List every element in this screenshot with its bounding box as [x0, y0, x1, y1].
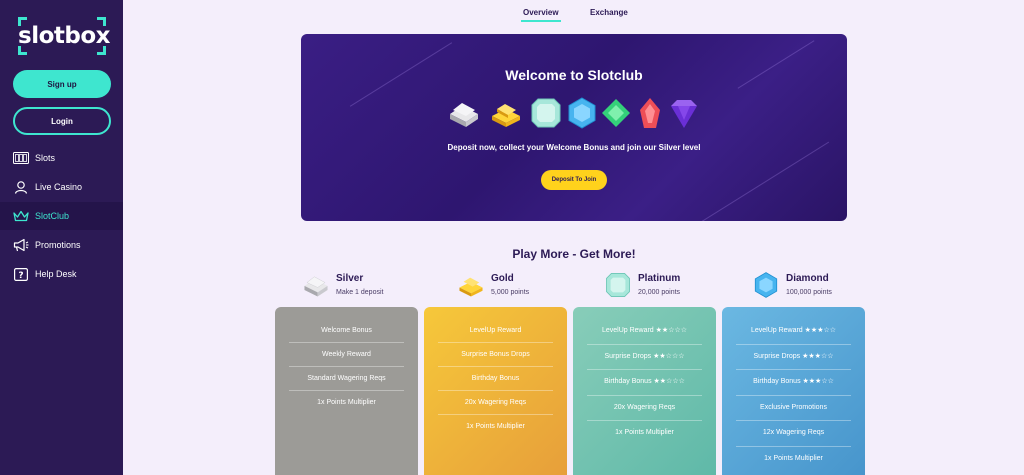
perk-item: 1x Points Multiplier [317, 399, 376, 406]
signup-button[interactable]: Sign up [13, 70, 111, 98]
perk-item: LevelUp Reward ★★☆☆☆ [573, 323, 716, 349]
slot-machine-icon [13, 151, 29, 165]
sidebar-item-help-desk[interactable]: ? Help Desk [0, 260, 123, 288]
tier-requirement: Make 1 deposit [336, 289, 384, 296]
svg-text:?: ? [18, 271, 23, 281]
tier-requirement: 100,000 points [786, 289, 832, 296]
crown-icon [13, 209, 29, 223]
perk-item: 1x Points Multiplier [615, 429, 674, 436]
tier-name: Diamond [786, 273, 829, 284]
tier-card-gold: LevelUp Reward Surprise Bonus Drops Birt… [424, 307, 567, 475]
login-button[interactable]: Login [13, 107, 111, 135]
tier-requirement: 5,000 points [491, 289, 530, 296]
tier-header-diamond: Diamond 100,000 points [752, 271, 872, 301]
sidebar-item-label: Promotions [35, 240, 81, 250]
diamond-gem-icon [568, 97, 596, 129]
tab-exchange[interactable]: Exchange [590, 8, 628, 17]
slotbox-logo[interactable]: slotbox [18, 17, 110, 55]
tier-card-diamond: LevelUp Reward ★★★☆☆ Surprise Drops ★★★☆… [722, 307, 865, 475]
sidebar-item-promotions[interactable]: Promotions [0, 231, 123, 259]
gold-bar-icon [459, 277, 483, 297]
banner-title: Welcome to Slotclub [505, 67, 643, 83]
platinum-gem-icon [531, 98, 561, 128]
perk-item: LevelUp Reward [424, 323, 567, 347]
tab-overview[interactable]: Overview [521, 8, 561, 22]
sidebar-item-label: Help Desk [35, 269, 77, 279]
tier-card-silver: Welcome Bonus Weekly Reward Standard Wag… [275, 307, 418, 475]
sidebar-item-live-casino[interactable]: Live Casino [0, 173, 123, 201]
sidebar-item-label: SlotClub [35, 211, 70, 221]
perk-item: Surprise Drops ★★☆☆☆ [573, 349, 716, 375]
amethyst-gem-icon [671, 100, 697, 128]
perk-item: Birthday Bonus ★★☆☆☆ [573, 374, 716, 400]
emerald-gem-icon [602, 99, 630, 127]
tier-name: Platinum [638, 273, 681, 284]
sidebar-item-slots[interactable]: Slots [0, 144, 123, 172]
perk-item: Welcome Bonus [275, 323, 418, 347]
tier-header-silver: Silver Make 1 deposit [302, 271, 422, 301]
sidebar-item-slotclub[interactable]: SlotClub [0, 202, 123, 230]
section-title: Play More - Get More! [512, 247, 636, 261]
banner-subtitle: Deposit now, collect your Welcome Bonus … [447, 143, 701, 152]
banner-streak [692, 141, 830, 221]
dealer-icon [13, 180, 29, 194]
perk-item: Standard Wagering Reqs [275, 371, 418, 395]
perk-item: Surprise Drops ★★★☆☆ [722, 349, 865, 375]
help-icon: ? [13, 267, 29, 281]
tier-name: Silver [336, 273, 364, 284]
tier-header-platinum: Platinum 20,000 points [604, 271, 724, 301]
deposit-to-join-button[interactable]: Deposit To Join [541, 170, 607, 190]
perk-item: LevelUp Reward ★★★☆☆ [722, 323, 865, 349]
perk-item: 20x Wagering Reqs [424, 395, 567, 419]
tier-card-platinum: LevelUp Reward ★★☆☆☆ Surprise Drops ★★☆☆… [573, 307, 716, 475]
silver-bar-icon [450, 103, 478, 127]
perk-item: Birthday Bonus ★★★☆☆ [722, 374, 865, 400]
tier-requirement: 20,000 points [638, 289, 681, 296]
sidebar-item-label: Slots [35, 153, 56, 163]
perk-item: Weekly Reward [275, 347, 418, 371]
tier-name: Gold [491, 273, 514, 284]
perk-item: 1x Points Multiplier [764, 454, 823, 462]
perk-item: 12x Wagering Reqs [722, 425, 865, 451]
ruby-gem-icon [640, 98, 660, 128]
perk-item: Exclusive Promotions [722, 400, 865, 426]
platinum-gem-icon [606, 273, 630, 297]
tier-header-gold: Gold 5,000 points [457, 271, 577, 301]
gold-bar-icon [492, 104, 520, 127]
logo-text: slotbox [18, 23, 110, 49]
diamond-gem-icon [754, 272, 778, 298]
sidebar: slotbox Sign up Login Slots Live Casino … [0, 0, 123, 475]
welcome-banner: Welcome to Slotclub Deposit now, collect… [301, 34, 847, 221]
silver-bar-icon [304, 276, 328, 297]
sidebar-item-label: Live Casino [35, 182, 83, 192]
perk-item: Surprise Bonus Drops [424, 347, 567, 371]
perk-item: Birthday Bonus [424, 371, 567, 395]
perk-item: 20x Wagering Reqs [573, 400, 716, 426]
megaphone-icon [13, 238, 29, 252]
perk-item: 1x Points Multiplier [466, 423, 525, 430]
